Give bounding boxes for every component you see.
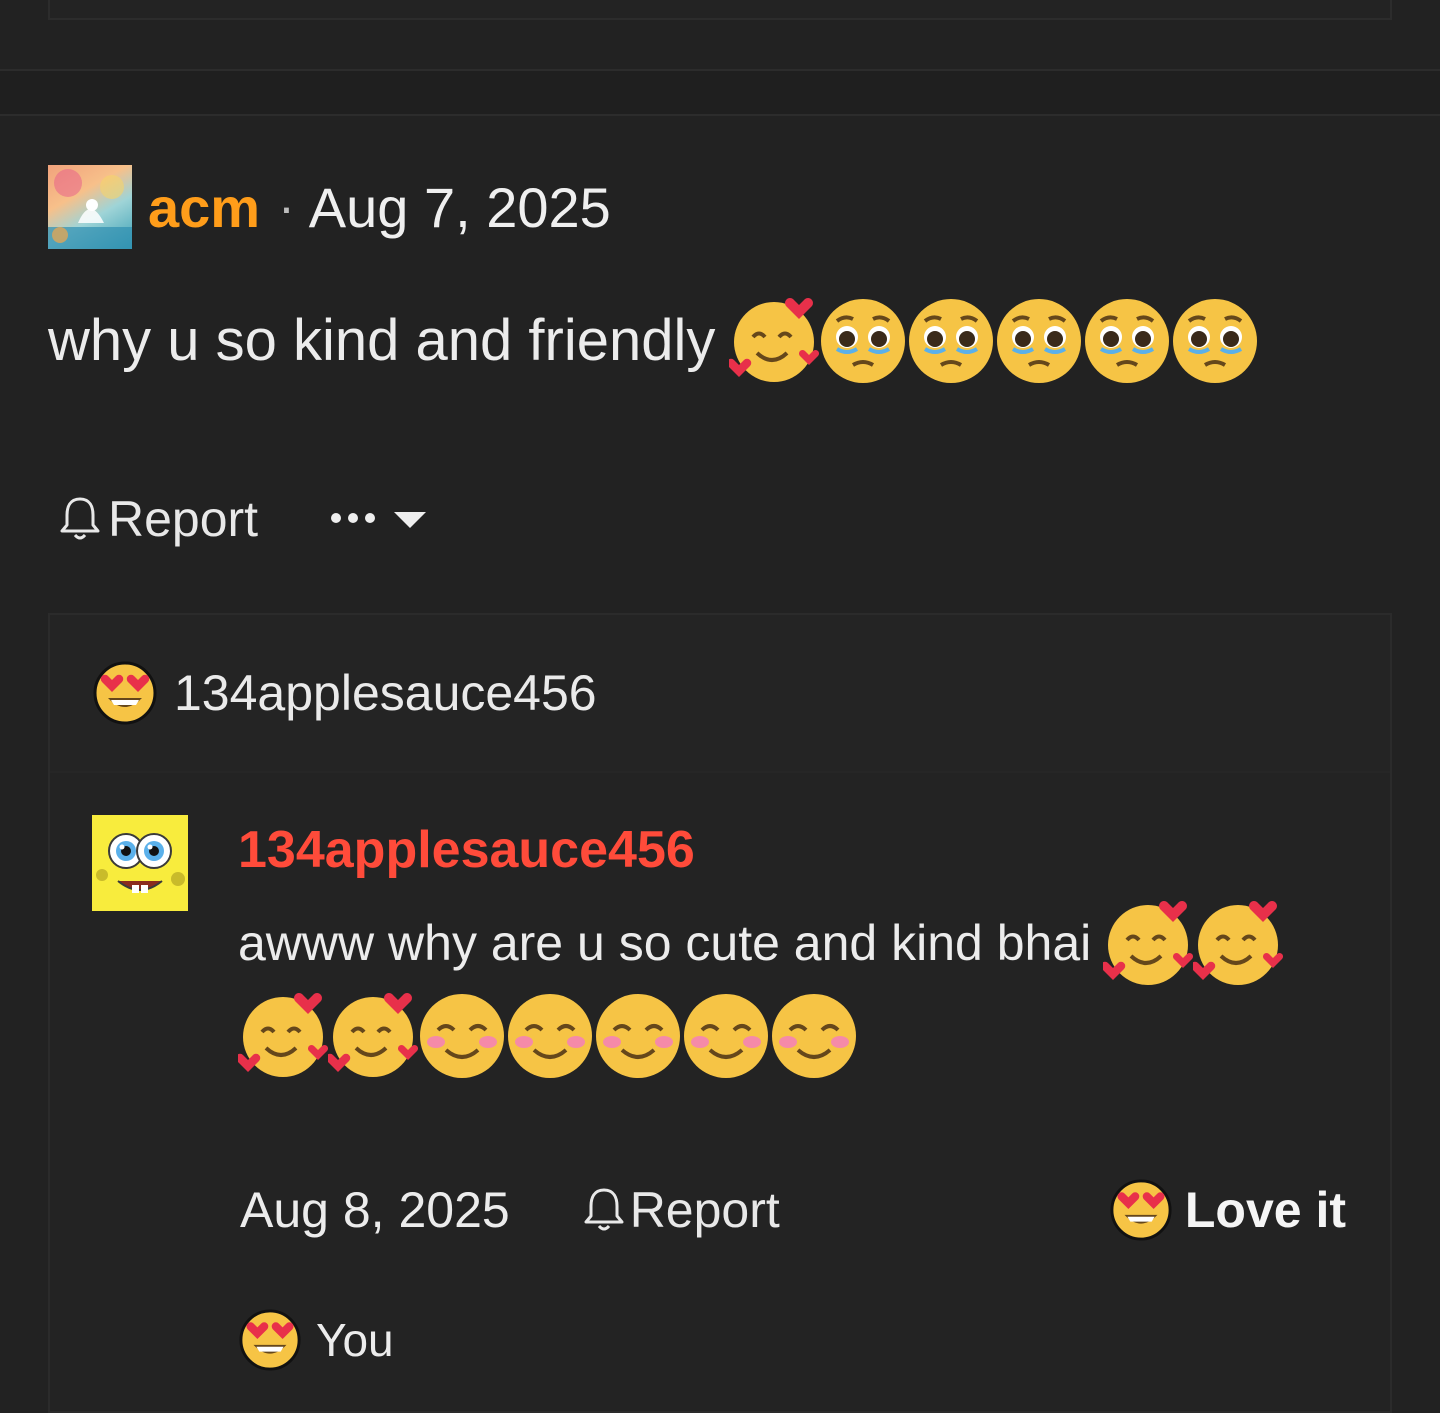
love-it-reaction-button[interactable]: Love it [1109,1178,1346,1242]
avatar[interactable] [48,165,132,249]
smiling-face-with-smiling-eyes-icon [772,994,856,1078]
pleading-face-icon [821,299,906,383]
report-label: Report [108,491,259,547]
reply-author[interactable]: 134applesauce456 [238,815,1348,885]
reply-text-line: awww why are u so cute and kind bhai [238,893,1348,993]
post-header: acm · Aug 7, 2025 [48,164,1392,250]
smiling-face-with-smiling-eyes-icon [596,994,680,1078]
pleading-face-icon [1085,299,1170,383]
report-label: Report [629,1182,780,1238]
reply-text: awww why are u so cute and kind bhai [238,915,1092,971]
smiling-face-with-hearts-icon [238,993,328,1077]
reaction-username[interactable]: 134applesauce456 [174,664,597,722]
smiling-face-with-hearts-icon [729,298,820,382]
previous-comment-box [48,0,1392,20]
more-options-button[interactable] [328,504,438,534]
section-band [0,71,1440,114]
more-options-icon [331,512,427,528]
reaction-list[interactable]: You [238,1305,394,1375]
separator: · [278,179,295,235]
reply-thread: 134applesauce456 134applesauce456 awww w… [48,613,1392,1413]
avatar[interactable] [92,815,188,911]
post-date: Aug 7, 2025 [308,175,611,239]
divider [0,114,1440,116]
smiling-face-with-hearts-icon [328,993,418,1077]
reactor-name: You [316,1314,394,1366]
reply-actions: Aug 8, 2025 Report Love it [240,1170,1350,1250]
comment-post: acm · Aug 7, 2025 why u so kind and frie… [48,164,1392,547]
smiling-face-with-smiling-eyes-icon [684,994,768,1078]
bell-icon [584,1188,624,1231]
heart-eyes-icon [93,661,157,725]
pleading-face-icon [909,299,994,383]
smiling-face-with-smiling-eyes-icon [420,994,504,1078]
heart-eyes-icon [1110,1179,1172,1241]
pleading-face-icon [1173,299,1258,383]
report-button[interactable]: Report [582,1181,780,1239]
love-it-label: Love it [1184,1182,1346,1238]
post-emojis [729,295,1259,385]
post-body: why u so kind and friendly [48,292,1392,388]
post-actions: Report [58,490,438,548]
reply-emoji-line [238,987,1348,1083]
smiling-face-with-smiling-eyes-icon [508,994,592,1078]
heart-eyes-icon [239,1309,301,1371]
reply-content: 134applesauce456 awww why are u so cute … [238,815,1348,1083]
bell-icon [60,497,100,540]
reaction-summary[interactable]: 134applesauce456 [50,615,1390,773]
smiling-face-with-hearts-icon [1103,901,1194,985]
pleading-face-icon [997,299,1082,383]
report-button[interactable]: Report [58,490,258,548]
post-text: why u so kind and friendly [48,307,716,373]
post-author[interactable]: acm [148,175,260,240]
reply-date: Aug 8, 2025 [240,1182,510,1238]
smiling-face-with-hearts-icon [1193,901,1284,985]
